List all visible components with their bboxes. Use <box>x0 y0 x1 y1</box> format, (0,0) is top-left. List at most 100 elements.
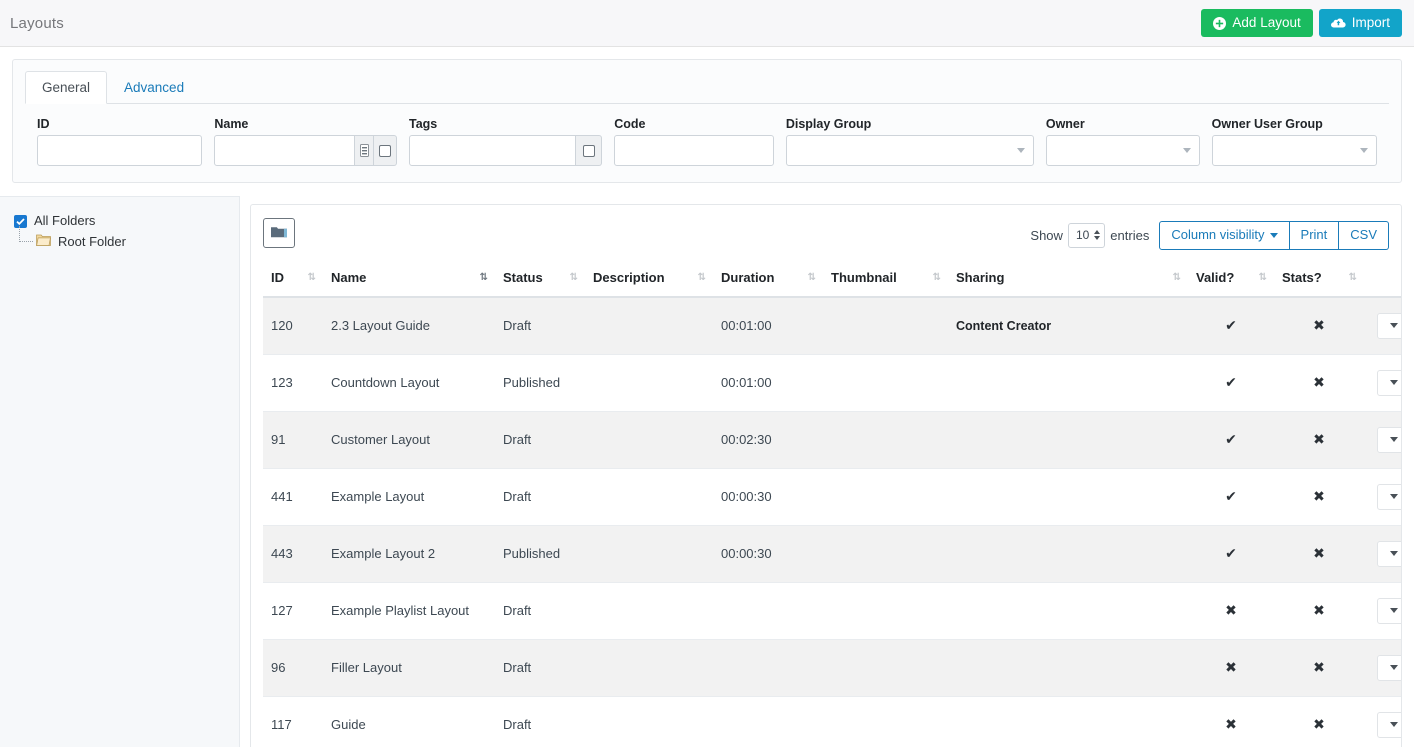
column-visibility-label: Column visibility <box>1171 227 1264 244</box>
table-row[interactable]: 96Filler LayoutDraft✖✖ <box>263 639 1402 696</box>
table-header-row: ID⇅ Name⇅ Status⇅ Description ⇅ Duration⇅… <box>263 260 1402 297</box>
tab-general[interactable]: General <box>25 71 107 104</box>
row-actions-dropdown-button[interactable] <box>1377 427 1402 453</box>
datatable-controls: Show 10 entries Column visibility Print <box>1030 218 1389 250</box>
col-header-stats[interactable]: Stats? ⇅ <box>1274 260 1364 297</box>
display-group-select[interactable] <box>786 135 1034 166</box>
table-row[interactable]: 91Customer LayoutDraft00:02:30✔✖ <box>263 411 1402 468</box>
cell-valid: ✖ <box>1188 639 1274 696</box>
row-actions-dropdown-button[interactable] <box>1377 370 1402 396</box>
row-actions-dropdown-button[interactable] <box>1377 541 1402 567</box>
table-row[interactable]: 117GuideDraft✖✖ <box>263 696 1402 747</box>
tags-exact-checkbox[interactable] <box>576 135 602 166</box>
tree-connector <box>19 226 33 242</box>
code-input[interactable] <box>614 135 774 166</box>
cell-duration <box>713 639 823 696</box>
row-actions-dropdown-button[interactable] <box>1377 655 1402 681</box>
table-row[interactable]: 127Example Playlist LayoutDraft✖✖ <box>263 582 1402 639</box>
check-icon: ✔ <box>1225 432 1237 448</box>
root-folder-label: Root Folder <box>58 234 126 250</box>
filter-field-code: Code <box>608 117 780 166</box>
cell-thumbnail <box>823 582 948 639</box>
column-visibility-button[interactable]: Column visibility <box>1159 221 1289 250</box>
sort-icon: ⇅ <box>1349 272 1356 283</box>
cell-actions <box>1364 582 1402 639</box>
cell-name: Example Playlist Layout <box>323 582 495 639</box>
cell-actions <box>1364 525 1402 582</box>
cross-icon: ✖ <box>1313 717 1325 733</box>
table-region: Show 10 entries Column visibility Print <box>240 196 1414 747</box>
name-input[interactable] <box>214 135 355 166</box>
filter-label-owner: Owner <box>1046 117 1200 131</box>
filter-field-display-group: Display Group <box>780 117 1040 166</box>
cell-stats: ✖ <box>1274 696 1364 747</box>
owner-select[interactable] <box>1046 135 1200 166</box>
page-length-select[interactable]: 10 <box>1068 223 1105 248</box>
check-icon: ✔ <box>1225 375 1237 391</box>
cell-id: 127 <box>263 582 323 639</box>
col-header-id[interactable]: ID⇅ <box>263 260 323 297</box>
table-row[interactable]: 123Countdown LayoutPublished00:01:00✔✖ <box>263 354 1402 411</box>
name-list-icon[interactable] <box>355 135 374 166</box>
col-header-description[interactable]: Description ⇅ <box>585 260 713 297</box>
print-button[interactable]: Print <box>1290 221 1340 250</box>
col-header-valid[interactable]: Valid?⇅ <box>1188 260 1274 297</box>
entries-label: entries <box>1110 228 1149 243</box>
cell-valid: ✔ <box>1188 411 1274 468</box>
cell-stats: ✖ <box>1274 297 1364 355</box>
folder-icon <box>271 226 287 241</box>
cell-status: Published <box>495 354 585 411</box>
datatable-button-group: Column visibility Print CSV <box>1159 221 1389 250</box>
filter-label-id: ID <box>37 117 202 131</box>
folder-icon <box>36 233 51 250</box>
tab-advanced[interactable]: Advanced <box>107 71 201 104</box>
sort-icon: ⇅ <box>933 272 940 283</box>
col-header-thumbnail[interactable]: Thumbnail⇅ <box>823 260 948 297</box>
table-row[interactable]: 441Example LayoutDraft00:00:30✔✖ <box>263 468 1402 525</box>
cell-description <box>585 411 713 468</box>
cell-valid: ✔ <box>1188 525 1274 582</box>
import-button[interactable]: Import <box>1319 9 1402 37</box>
chevron-down-icon <box>1270 233 1278 238</box>
sort-icon: ⇅ <box>698 272 705 283</box>
cell-sharing <box>948 354 1188 411</box>
col-header-sharing[interactable]: Sharing⇅ <box>948 260 1188 297</box>
tree-item-root-folder[interactable]: Root Folder <box>14 231 239 252</box>
filter-label-code: Code <box>614 117 774 131</box>
col-label-stats: Stats? <box>1282 270 1322 285</box>
csv-button[interactable]: CSV <box>1339 221 1389 250</box>
cell-thumbnail <box>823 354 948 411</box>
cell-sharing <box>948 696 1188 747</box>
sort-icon-active: ⇅ <box>480 272 487 283</box>
sort-icon: ⇅ <box>308 272 315 283</box>
table-row[interactable]: 1202.3 Layout GuideDraft00:01:00Content … <box>263 297 1402 355</box>
col-header-status[interactable]: Status⇅ <box>495 260 585 297</box>
tags-input[interactable] <box>409 135 576 166</box>
id-input[interactable] <box>37 135 202 166</box>
sort-icon: ⇅ <box>1259 272 1266 283</box>
row-actions-dropdown-button[interactable] <box>1377 712 1402 738</box>
tags-input-group <box>409 135 602 166</box>
cell-status: Draft <box>495 468 585 525</box>
folder-toggle-button[interactable] <box>263 218 295 248</box>
add-layout-button[interactable]: Add Layout <box>1201 9 1312 37</box>
row-actions-dropdown-button[interactable] <box>1377 313 1402 339</box>
col-header-name[interactable]: Name⇅ <box>323 260 495 297</box>
col-header-duration[interactable]: Duration⇅ <box>713 260 823 297</box>
cell-sharing <box>948 639 1188 696</box>
cell-actions <box>1364 297 1402 355</box>
tree-item-all-folders[interactable]: All Folders <box>14 211 239 231</box>
row-actions-dropdown-button[interactable] <box>1377 484 1402 510</box>
filter-field-name: Name <box>208 117 403 166</box>
cell-description <box>585 354 713 411</box>
col-label-description: Description <box>593 270 665 285</box>
cell-duration <box>713 696 823 747</box>
row-actions-dropdown-button[interactable] <box>1377 598 1402 624</box>
cell-duration: 00:02:30 <box>713 411 823 468</box>
cell-sharing: Content Creator <box>948 297 1188 355</box>
owner-user-group-select[interactable] <box>1212 135 1377 166</box>
cell-status: Draft <box>495 696 585 747</box>
table-row[interactable]: 443Example Layout 2Published00:00:30✔✖ <box>263 525 1402 582</box>
cell-stats: ✖ <box>1274 639 1364 696</box>
name-exact-checkbox[interactable] <box>374 135 397 166</box>
